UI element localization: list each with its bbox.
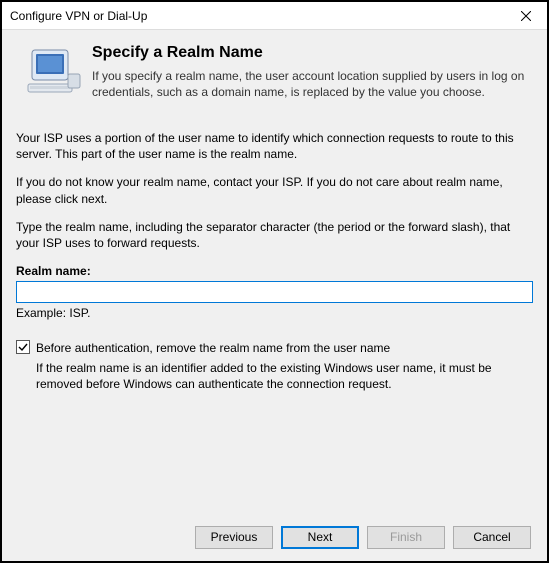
intro-paragraph-2: If you do not know your realm name, cont… — [16, 174, 533, 206]
close-button[interactable] — [505, 2, 547, 29]
page-title: Specify a Realm Name — [92, 44, 525, 62]
intro-paragraph-1: Your ISP uses a portion of the user name… — [16, 130, 533, 162]
next-button[interactable]: Next — [281, 526, 359, 549]
wizard-window: Configure VPN or Dial-Up Specify a Realm… — [0, 0, 549, 563]
header-text: Specify a Realm Name If you specify a re… — [92, 44, 525, 102]
realm-name-input[interactable] — [16, 281, 533, 303]
wizard-footer: Previous Next Finish Cancel — [2, 513, 547, 561]
remove-realm-description: If the realm name is an identifier added… — [36, 360, 533, 392]
titlebar: Configure VPN or Dial-Up — [2, 2, 547, 30]
intro-paragraph-3: Type the realm name, including the separ… — [16, 219, 533, 251]
window-title: Configure VPN or Dial-Up — [10, 9, 505, 23]
remove-realm-checkbox-label: Before authentication, remove the realm … — [36, 340, 390, 356]
remove-realm-checkbox[interactable] — [16, 340, 30, 354]
realm-name-label: Realm name: — [16, 263, 533, 279]
finish-button: Finish — [367, 526, 445, 549]
computer-icon — [24, 44, 82, 102]
remove-realm-checkbox-row: Before authentication, remove the realm … — [16, 340, 533, 356]
close-icon — [521, 11, 531, 21]
page-subtitle: If you specify a realm name, the user ac… — [92, 68, 525, 100]
previous-button[interactable]: Previous — [195, 526, 273, 549]
checkmark-icon — [18, 342, 28, 352]
cancel-button[interactable]: Cancel — [453, 526, 531, 549]
wizard-body: Your ISP uses a portion of the user name… — [2, 114, 547, 513]
realm-name-example: Example: ISP. — [16, 305, 533, 321]
wizard-header: Specify a Realm Name If you specify a re… — [2, 30, 547, 114]
